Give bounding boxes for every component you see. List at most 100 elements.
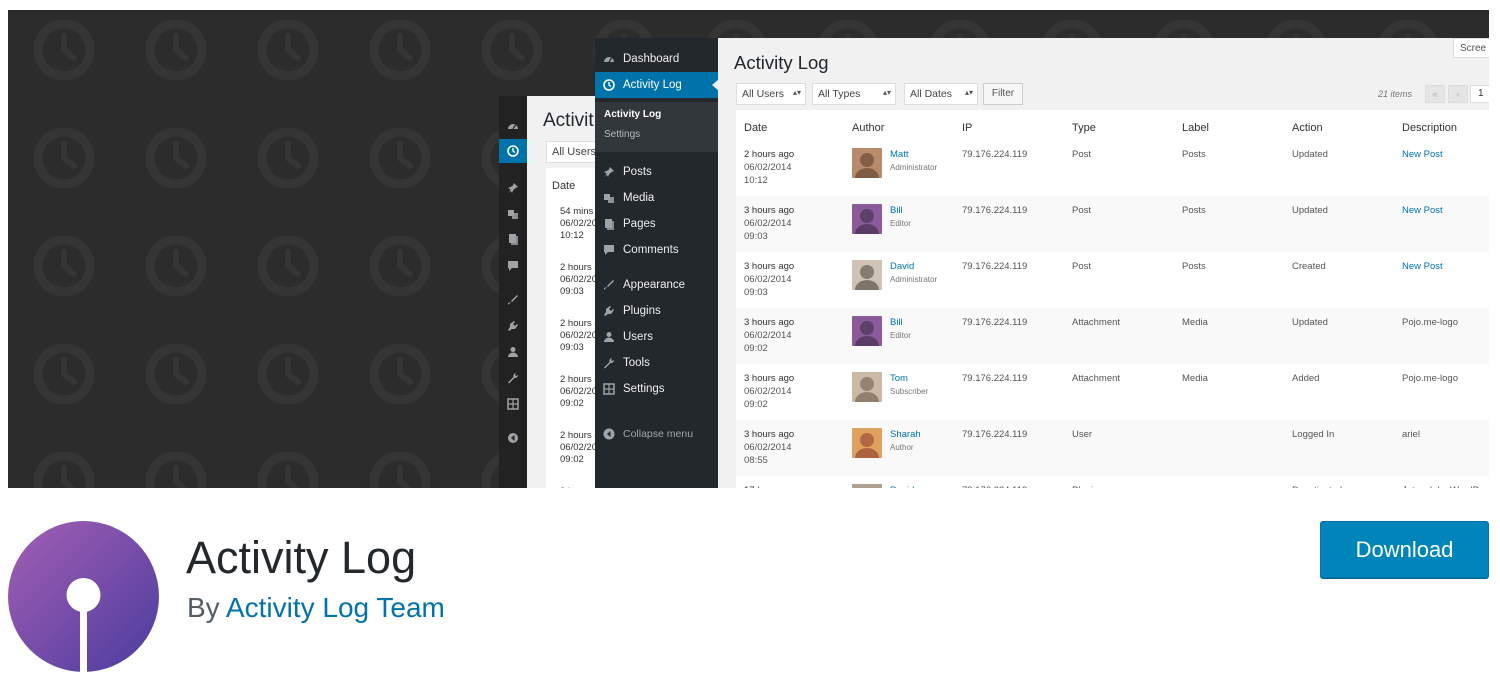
plugins-icon — [604, 306, 614, 316]
type-cell: Post — [1072, 149, 1092, 160]
row-date-ago: 17 hours ago — [744, 484, 799, 488]
description-cell: New Post — [1402, 149, 1443, 160]
column-header-label: Label — [1182, 122, 1209, 134]
ip-cell: 79.176.224.119 — [962, 429, 1028, 440]
author-cell: David — [890, 484, 914, 488]
collapse-menu: Collapse menu — [595, 421, 718, 447]
avatar — [852, 148, 882, 178]
row-time: 09:02 — [744, 399, 768, 410]
author-role: Author — [890, 443, 914, 452]
admin-menu-item-label: Settings — [623, 383, 665, 395]
avatar-photo-icon — [852, 428, 882, 458]
admin-menu-item-label: Comments — [623, 244, 679, 256]
admin-menu-item-plugins: Plugins — [595, 298, 718, 324]
back-row-date-ago: 3 hours a — [560, 486, 600, 488]
row-date-ago: 3 hours ago — [744, 373, 795, 384]
row-date-ago: 2 hours ago — [744, 149, 795, 160]
ip-cell: 79.176.224.119 — [962, 317, 1028, 328]
select-arrow-icon: ▴▾ — [964, 88, 973, 97]
type-cell: User — [1072, 429, 1093, 440]
label-cell: Media — [1182, 373, 1208, 384]
plugin-author-link[interactable]: Activity Log Team — [226, 592, 445, 623]
download-button[interactable]: Download — [1320, 521, 1489, 578]
row-time: 08:55 — [744, 455, 768, 466]
screen-options-tab: Scree — [1453, 38, 1489, 58]
admin-menu-item-label: Posts — [623, 166, 652, 178]
row-date: 06/02/2014 — [744, 386, 792, 397]
action-cell: Updated — [1292, 205, 1328, 216]
back-menu-item-dashboard — [505, 118, 521, 134]
back-menu-item-media — [505, 206, 521, 222]
admin-menu-item-activity-log: Activity Log — [595, 72, 719, 98]
column-header-type: Type — [1072, 122, 1096, 134]
author-cell: David Administrator — [890, 260, 937, 286]
admin-menu-item-label: Appearance — [623, 279, 686, 291]
row-time: 10:12 — [744, 175, 768, 186]
admin-menu-item-label: Dashboard — [623, 53, 680, 65]
author-cell: Bill Editor — [890, 204, 911, 230]
users-icon — [508, 347, 518, 357]
ip-cell: 79.176.224.119 — [962, 261, 1028, 272]
date-cell: 3 hours ago 06/02/2014 09:03 — [744, 260, 794, 299]
back-menu-item-collapse — [505, 430, 521, 446]
row-time: 09:03 — [744, 231, 768, 242]
table-row: 3 hours ago 06/02/2014 08:55 Sharah Author… — [736, 420, 1489, 476]
author-name-link: David — [890, 261, 915, 272]
avatar — [852, 204, 882, 234]
admin-menu-item-posts: Posts — [595, 159, 718, 185]
back-menu-item-tools — [505, 370, 521, 386]
back-menu-item-appearance — [505, 292, 521, 308]
row-date: 06/02/2014 — [744, 218, 792, 229]
author-cell: Bill Editor — [890, 316, 911, 342]
byline-prefix: By — [187, 592, 220, 623]
admin-menu-item-pages: Pages — [595, 211, 718, 237]
all-dates-select-value: All Dates — [910, 88, 953, 100]
ip-cell: 79.176.224.119 — [962, 205, 1028, 216]
author-name-link: Matt — [890, 149, 909, 160]
settings-icon — [603, 383, 615, 395]
row-date-ago: 3 hours ago — [744, 205, 795, 216]
back-menu-item-users — [505, 344, 521, 360]
date-cell: 3 hours ago 06/02/2014 08:55 — [744, 428, 794, 467]
settings-icon — [507, 398, 519, 410]
admin-menu-item-tools: Tools — [595, 350, 718, 376]
comments-icon — [508, 261, 518, 271]
admin-menu-item-dashboard: Dashboard — [595, 46, 718, 72]
all-dates-select: All Dates ▴▾ — [904, 83, 978, 105]
date-cell: 3 hours ago 06/02/2014 09:02 — [744, 372, 794, 411]
row-date-ago: 3 hours ago — [744, 317, 795, 328]
prev-page-button: ‹ — [1448, 85, 1468, 103]
table-row: 3 hours ago 06/02/2014 09:02 Tom Subscribe… — [736, 364, 1489, 420]
row-time: 09:03 — [744, 287, 768, 298]
admin-menu-item-appearance: Appearance — [595, 272, 718, 298]
avatar — [852, 316, 882, 346]
avatar-photo-icon — [852, 316, 882, 346]
type-cell: Post — [1072, 261, 1092, 272]
items-count: 21 items — [1378, 89, 1413, 99]
back-table-row: 3 hours a — [560, 486, 600, 488]
plugin-byline: By Activity Log Team — [187, 592, 445, 624]
back-menu-item-settings — [505, 396, 521, 412]
collapse-icon — [508, 433, 518, 443]
action-cell: Updated — [1292, 149, 1328, 160]
clock-icon — [507, 145, 519, 157]
description-cell: Pojo.me-logo — [1402, 317, 1458, 328]
type-cell: Post — [1072, 205, 1092, 216]
all-users-select-value: All Users — [742, 88, 785, 100]
date-cell: 17 hours ago — [744, 484, 799, 488]
action-cell: Updated — [1292, 317, 1328, 328]
media-icon — [604, 194, 614, 203]
admin-menu-item-users: Users — [595, 324, 718, 350]
admin-menu: Activity Log Settings Collapse menu Dash… — [595, 38, 719, 488]
avatar-photo-icon — [852, 372, 882, 402]
column-header-date: Date — [744, 122, 768, 134]
action-cell: Deactivated — [1292, 484, 1342, 488]
tools-icon — [508, 373, 519, 384]
collapse-menu-label: Collapse menu — [623, 428, 694, 440]
activity-log-screenshot: Scree Activity Log All Users ▴▾ All Types… — [718, 38, 1489, 488]
appearance-icon — [508, 295, 518, 305]
date-cell: 3 hours ago 06/02/2014 09:02 — [744, 316, 794, 355]
back-menu-item-plugins — [505, 318, 521, 334]
admin-menu-item-comments: Comments — [595, 237, 718, 263]
avatar-photo-icon — [852, 484, 882, 488]
